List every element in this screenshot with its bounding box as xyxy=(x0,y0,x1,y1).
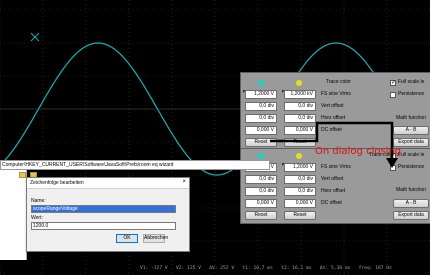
ok-button[interactable]: OK xyxy=(116,234,138,243)
persistence-label: Persistence xyxy=(398,164,425,170)
horz-offset-label: Horz offset xyxy=(321,115,346,121)
measurement-status-bar: V1: -127 V V2: 125 V ΔV: 252 V t1: 10,7 … xyxy=(140,266,392,271)
dc-offset-label: DC offset xyxy=(321,200,342,206)
edit-string-dialog: Zeichenfolge bearbeiten × Name: Wert: OK… xyxy=(26,177,190,252)
fs-sine-label: FS sine Vrms xyxy=(321,91,351,97)
full-scale-label: Full scale le xyxy=(398,152,425,158)
math-function-label: Math function xyxy=(396,115,427,121)
v1-readout: V1: -127 V xyxy=(140,266,168,271)
ch2-horz-offset-field[interactable]: 0,0 div xyxy=(284,114,316,123)
ch2-reset-button[interactable]: Reset xyxy=(284,211,316,220)
vert-offset-label: Vert offset xyxy=(321,176,344,182)
cancel-button[interactable]: Abbrechen xyxy=(143,234,168,243)
vert-offset-label: Vert offset xyxy=(321,103,344,109)
dc-offset-label: DC offset xyxy=(321,127,342,133)
ch2-vert-offset-field[interactable]: 0,0 div xyxy=(284,102,316,111)
ch1-color-dot[interactable] xyxy=(258,80,264,86)
freq-readout: freq: 187 Hz xyxy=(358,266,392,271)
ch1-dc-offset-field[interactable]: 0,000 V xyxy=(245,126,277,135)
full-scale-checkbox[interactable]: ✓ xyxy=(390,80,396,86)
annotation-text: On dialog closing xyxy=(315,146,402,157)
ch2-dc-offset-field[interactable]: 0,000 V xyxy=(284,199,316,208)
name-label: Name: xyxy=(31,198,46,204)
ch2-volts-field[interactable]: 1,2000 V xyxy=(284,163,316,172)
ch1-dc-offset-field[interactable]: 0,000 V xyxy=(245,199,277,208)
ch1-horz-offset-field[interactable]: 0,0 div xyxy=(245,187,277,196)
dialog-title: Zeichenfolge bearbeiten xyxy=(30,180,84,186)
math-function-select[interactable]: A - B xyxy=(393,126,429,135)
ch1-reset-button[interactable]: Reset xyxy=(245,138,277,147)
full-scale-label: Full scale le xyxy=(398,79,425,85)
ch1-horz-offset-field[interactable]: 0,0 div xyxy=(245,114,277,123)
ch1-volts-field[interactable]: 1,2000 V xyxy=(245,90,277,99)
persistence-label: Persistence xyxy=(398,91,425,97)
dialog-titlebar: Zeichenfolge bearbeiten × xyxy=(27,178,189,189)
ch2-volts-field[interactable]: 1,2000 kV xyxy=(284,90,316,99)
ch1-reset-button[interactable]: Reset xyxy=(245,211,277,220)
dt-readout: Δt: 5,38 ms xyxy=(319,266,351,271)
trace-color-label: Trace color xyxy=(326,79,351,85)
ch2-color-dot[interactable] xyxy=(296,80,302,86)
export-data-button[interactable]: Export data xyxy=(393,211,429,220)
fs-sine-label: FS sine Vrms xyxy=(321,164,351,170)
dv-readout: ΔV: 252 V xyxy=(209,266,235,271)
t1-readout: t1: 10,7 ms xyxy=(242,266,273,271)
close-icon[interactable]: × xyxy=(182,179,186,185)
ch2-horz-offset-field[interactable]: 0,0 div xyxy=(284,187,316,196)
name-field[interactable] xyxy=(31,205,176,213)
math-function-select[interactable]: A - B xyxy=(393,199,429,208)
math-function-label: Math function xyxy=(396,187,427,193)
ch2-reset-button[interactable]: Reset xyxy=(284,138,316,147)
cursor-marker xyxy=(30,32,40,42)
v2-readout: V2: 125 V xyxy=(175,266,201,271)
value-field[interactable] xyxy=(31,222,176,230)
t2-readout: t2: 16,1 ms xyxy=(281,266,312,271)
folder-icon xyxy=(19,172,26,178)
ch1-vert-offset-field[interactable]: 0,0 div xyxy=(245,175,277,184)
registry-tree xyxy=(0,170,27,260)
value-label: Wert: xyxy=(31,215,43,221)
ch2-vert-offset-field[interactable]: 0,0 div xyxy=(284,175,316,184)
ch2-dc-offset-field[interactable]: 0,000 V xyxy=(284,126,316,135)
ch1-vert-offset-field[interactable]: 0,0 div xyxy=(245,102,277,111)
horz-offset-label: Horz offset xyxy=(321,188,346,194)
persistence-checkbox[interactable] xyxy=(390,165,396,171)
channel-panel-top: Trace color 1,2000 V 1,2000 kV FS sine V… xyxy=(240,72,430,150)
ch1-color-dot[interactable] xyxy=(258,153,264,159)
registry-address-bar[interactable]: Computer\HKEY_CURRENT_USER\Software\Java… xyxy=(0,160,270,170)
ch2-color-dot[interactable] xyxy=(296,153,302,159)
persistence-checkbox[interactable] xyxy=(390,92,396,98)
